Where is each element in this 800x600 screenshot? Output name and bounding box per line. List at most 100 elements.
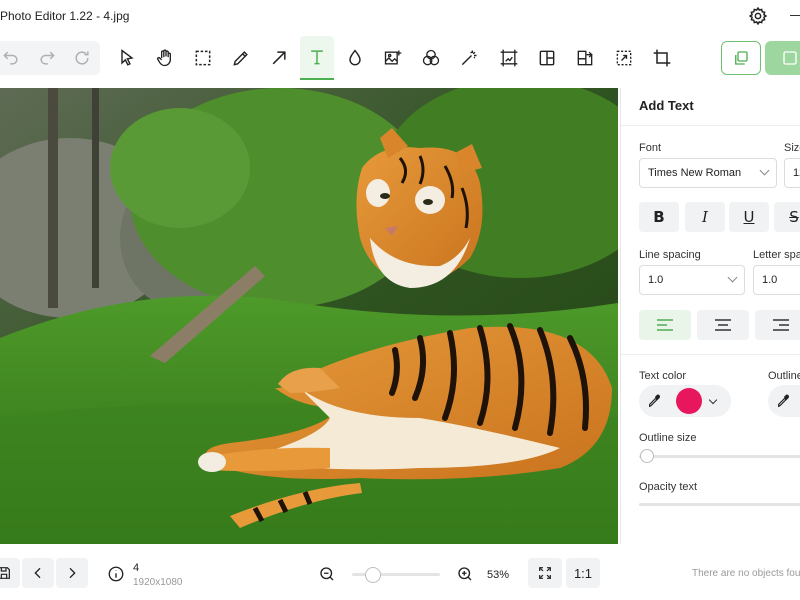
pencil-tool[interactable] bbox=[224, 41, 258, 75]
minimize-button[interactable] bbox=[790, 15, 800, 16]
align-right-icon bbox=[773, 319, 789, 331]
underline-button[interactable]: U bbox=[729, 202, 769, 232]
redo-icon bbox=[40, 51, 55, 65]
title-bar: Photo Editor 1.22 - 4.jpg bbox=[0, 0, 800, 32]
resize-tool[interactable] bbox=[607, 41, 641, 75]
chevron-right-icon bbox=[69, 567, 76, 579]
outline-label: Outline bbox=[768, 370, 800, 382]
export-icon bbox=[577, 50, 593, 66]
save-button[interactable] bbox=[765, 41, 800, 75]
align-left-button[interactable] bbox=[639, 310, 691, 340]
hand-tool[interactable] bbox=[148, 41, 182, 75]
size-label: Size bbox=[784, 142, 800, 154]
text-tool[interactable] bbox=[300, 36, 334, 80]
layout-tool[interactable] bbox=[530, 41, 564, 75]
select-rect-tool[interactable] bbox=[186, 41, 220, 75]
bold-button[interactable]: B bbox=[639, 202, 679, 232]
hand-icon bbox=[157, 49, 171, 67]
chevron-down-icon[interactable] bbox=[708, 395, 718, 404]
image-canvas[interactable] bbox=[0, 88, 618, 544]
eyedropper-icon[interactable] bbox=[768, 385, 800, 417]
arrow-icon bbox=[272, 51, 286, 65]
save-icon bbox=[783, 51, 797, 65]
toolbar bbox=[0, 32, 800, 86]
undo-icon bbox=[3, 51, 18, 65]
floppy-icon bbox=[0, 567, 10, 579]
tiger-photo bbox=[0, 88, 618, 544]
fit-to-screen-button[interactable] bbox=[528, 558, 562, 588]
line-spacing-select[interactable]: 1.0 bbox=[639, 265, 745, 295]
actual-size-button[interactable]: 1:1 bbox=[566, 558, 600, 588]
align-left-icon bbox=[657, 319, 673, 331]
magic-wand-icon bbox=[461, 50, 477, 66]
outline-size-slider-handle[interactable] bbox=[640, 449, 654, 463]
font-select[interactable]: Times New Roman bbox=[639, 158, 777, 188]
size-select-value: 12 bbox=[793, 167, 800, 179]
align-center-button[interactable] bbox=[697, 310, 749, 340]
align-center-icon bbox=[715, 319, 731, 331]
next-button[interactable] bbox=[56, 558, 88, 588]
text-color-label: Text color bbox=[639, 370, 687, 382]
align-right-button[interactable] bbox=[755, 310, 800, 340]
color-balance-icon bbox=[422, 49, 440, 66]
window-title: Photo Editor 1.22 - 4.jpg bbox=[0, 9, 130, 23]
opacity-slider[interactable] bbox=[639, 503, 800, 506]
zoom-in-icon[interactable] bbox=[456, 565, 474, 583]
text-color-swatch[interactable] bbox=[676, 388, 702, 414]
text-color-picker[interactable] bbox=[639, 385, 731, 417]
frame-tool[interactable] bbox=[492, 41, 526, 75]
outline-color-picker[interactable] bbox=[768, 385, 800, 417]
outline-size-slider[interactable] bbox=[639, 455, 800, 458]
section-divider bbox=[621, 354, 800, 355]
magic-wand-tool[interactable] bbox=[452, 41, 486, 75]
zoom-slider-handle[interactable] bbox=[365, 567, 382, 583]
letter-spacing-value: 1.0 bbox=[762, 274, 778, 286]
outline-size-label: Outline size bbox=[639, 432, 697, 444]
font-select-value: Times New Roman bbox=[648, 167, 742, 179]
image-add-tool[interactable] bbox=[376, 41, 410, 75]
crop-icon bbox=[653, 49, 671, 67]
reset-button[interactable] bbox=[65, 41, 99, 75]
pencil-icon bbox=[233, 51, 248, 66]
line-spacing-label: Line spacing bbox=[639, 249, 701, 261]
color-balance-tool[interactable] bbox=[414, 41, 448, 75]
pointer-icon bbox=[121, 49, 134, 66]
save-small-button[interactable] bbox=[0, 558, 20, 588]
undo-button[interactable] bbox=[0, 41, 28, 75]
text-icon bbox=[311, 50, 323, 65]
chevron-left-icon bbox=[34, 567, 41, 579]
letter-spacing-select[interactable]: 1.0 bbox=[753, 265, 800, 295]
layer-number: 4 bbox=[133, 562, 140, 574]
panel-divider bbox=[621, 125, 800, 126]
reset-icon bbox=[75, 51, 89, 65]
resize-icon bbox=[616, 50, 632, 66]
zoom-level: 53% bbox=[487, 569, 510, 581]
no-objects-message: There are no objects found bbox=[692, 568, 800, 579]
select-rect-icon bbox=[195, 50, 211, 66]
letter-spacing-label: Letter spacing bbox=[753, 249, 800, 261]
info-icon[interactable] bbox=[107, 565, 125, 583]
status-bar: 4 1920x1080 53% 1:1 There are no objects… bbox=[0, 546, 800, 600]
export-tool[interactable] bbox=[568, 41, 602, 75]
size-select[interactable]: 12 bbox=[784, 158, 800, 188]
crop-tool[interactable] bbox=[645, 41, 679, 75]
italic-button[interactable]: I bbox=[685, 202, 725, 232]
redo-button[interactable] bbox=[30, 41, 64, 75]
layers-button[interactable] bbox=[721, 41, 761, 75]
strikethrough-button[interactable]: S bbox=[774, 202, 800, 232]
previous-button[interactable] bbox=[22, 558, 54, 588]
blur-tool[interactable] bbox=[338, 41, 372, 75]
zoom-out-icon[interactable] bbox=[318, 565, 336, 583]
line-spacing-value: 1.0 bbox=[648, 274, 664, 286]
chevron-down-icon bbox=[727, 272, 738, 283]
arrow-tool[interactable] bbox=[262, 41, 296, 75]
image-dimensions: 1920x1080 bbox=[133, 577, 183, 588]
chevron-down-icon bbox=[759, 165, 770, 176]
pointer-tool[interactable] bbox=[110, 41, 144, 75]
settings-gear-icon[interactable] bbox=[748, 6, 768, 26]
image-add-icon bbox=[384, 50, 402, 65]
fit-screen-icon bbox=[539, 567, 551, 579]
panel-title: Add Text bbox=[639, 98, 694, 113]
layers-icon bbox=[735, 51, 748, 65]
eyedropper-icon[interactable] bbox=[639, 385, 671, 417]
